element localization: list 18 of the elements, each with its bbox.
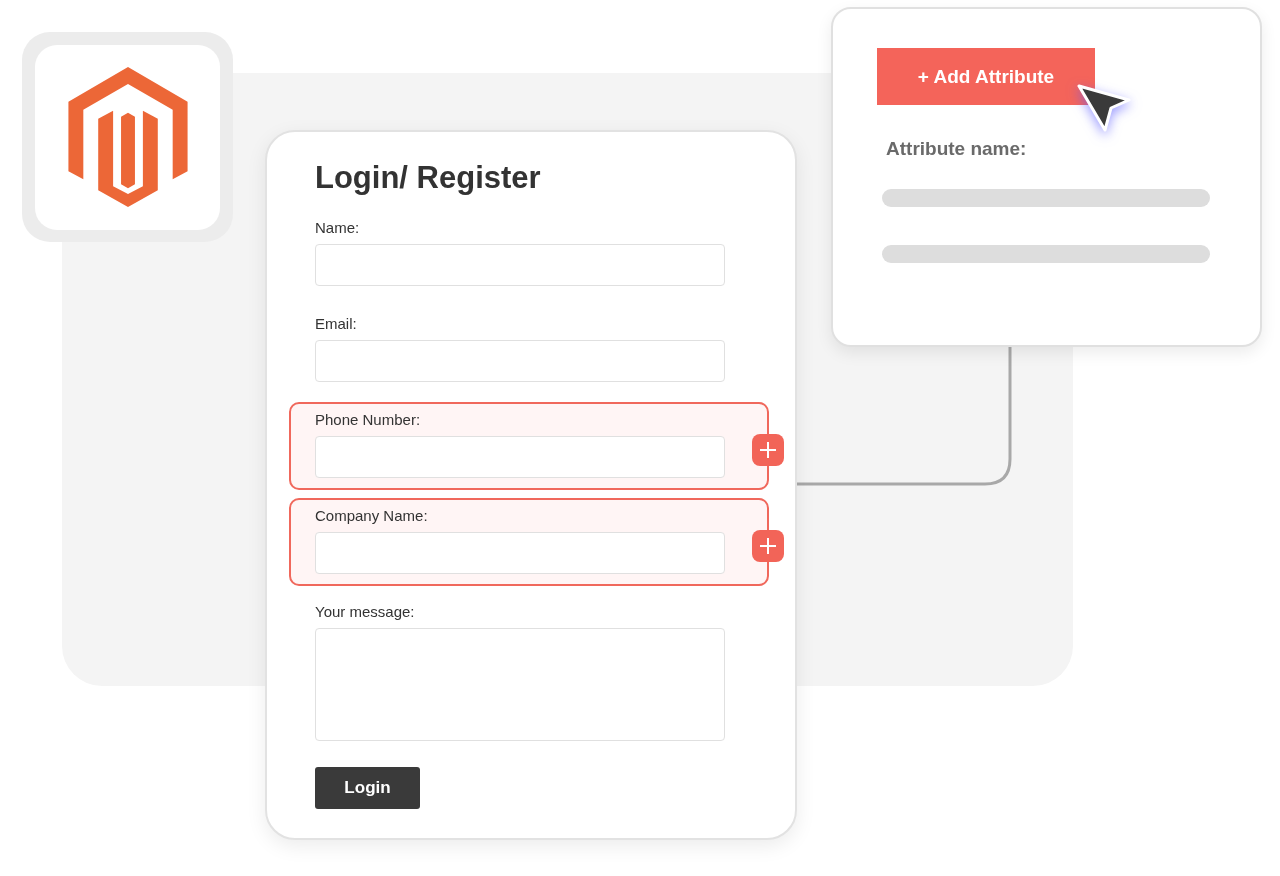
form-title: Login/ Register [315,159,542,197]
attribute-label: Attribute name: [886,138,1028,160]
login-button[interactable]: Login [315,767,420,809]
field-label: Email: [315,314,358,334]
field-label: Phone Number: [315,410,422,430]
add-button[interactable] [752,434,784,466]
input-field[interactable] [315,436,725,478]
input-field[interactable] [315,244,725,286]
plus-icon [759,537,777,555]
field-label: Name: [315,218,361,238]
field-label: Your message: [315,602,416,622]
input-field[interactable] [315,340,725,382]
plus-icon [759,441,777,459]
field-label: Company Name: [315,506,429,526]
add-button[interactable] [752,530,784,562]
hexagon-logo-icon [67,67,188,208]
message-field[interactable] [315,628,725,741]
input-field[interactable] [315,532,725,574]
